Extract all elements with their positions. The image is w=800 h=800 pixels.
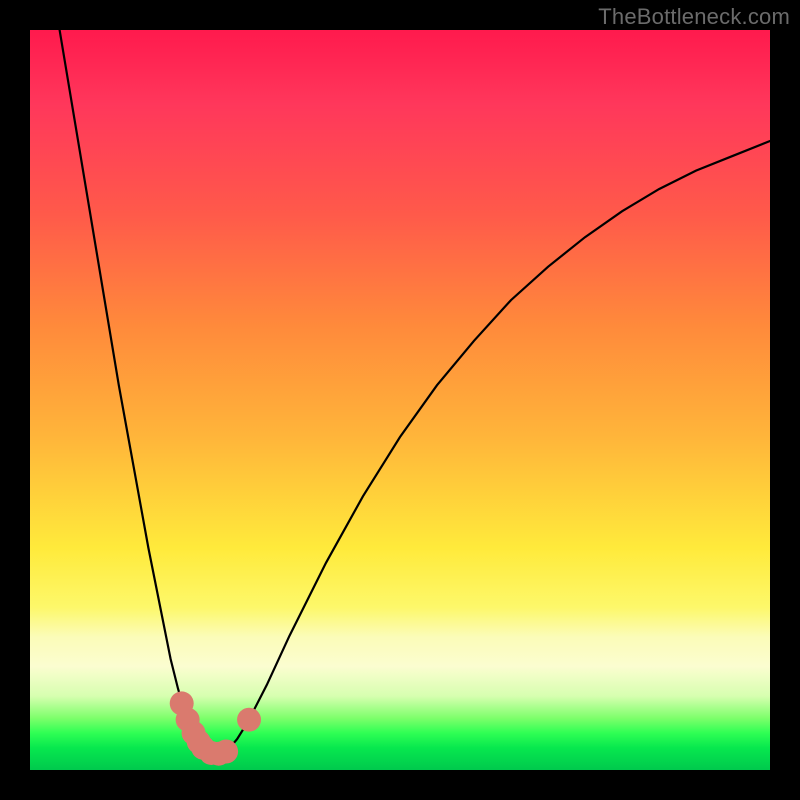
curve-markers: [170, 691, 261, 765]
plot-area: [30, 30, 770, 770]
curve-left: [60, 30, 215, 754]
curve-marker: [214, 740, 238, 764]
chart-svg: [30, 30, 770, 770]
chart-frame: TheBottleneck.com: [0, 0, 800, 800]
watermark-text: TheBottleneck.com: [598, 4, 790, 30]
curve-marker: [237, 708, 261, 732]
curve-right: [215, 141, 770, 754]
